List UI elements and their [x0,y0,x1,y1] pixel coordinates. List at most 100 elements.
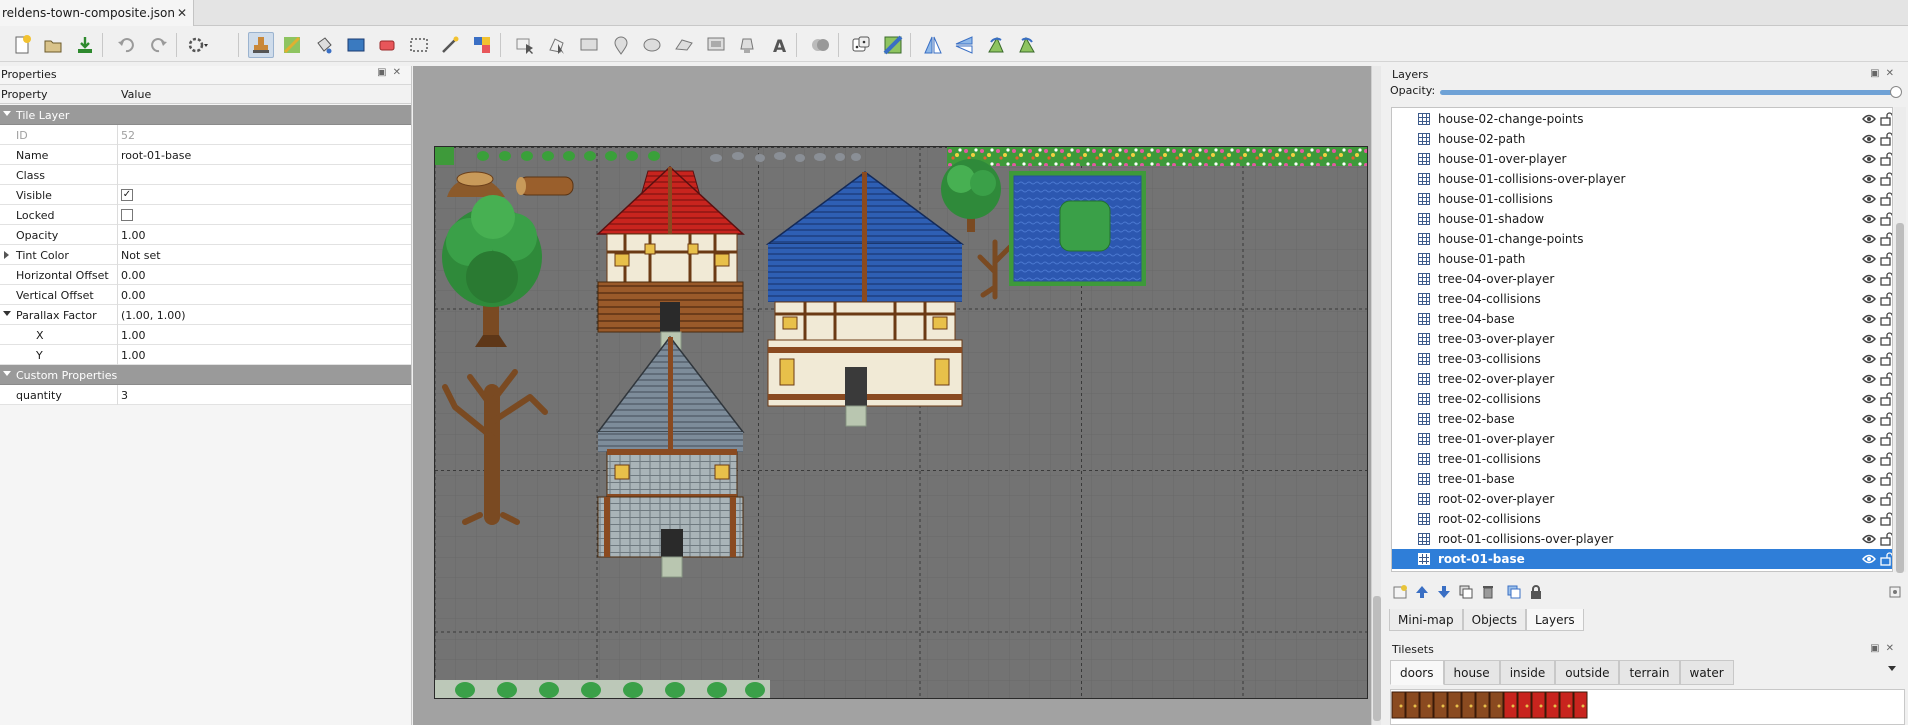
panel-float-close-icon[interactable]: ▣✕ [377,67,407,78]
unlock-icon[interactable] [1880,392,1892,406]
unlock-icon[interactable] [1880,412,1892,426]
property-value[interactable]: (1.00, 1.00) [121,309,186,322]
rectangular-select-icon[interactable] [406,32,432,58]
layer-row[interactable]: tree-02-collisions [1392,389,1892,409]
unlock-icon[interactable] [1880,232,1892,246]
close-icon[interactable]: ✕ [177,6,187,20]
panel-float-close-icon[interactable]: ▣✕ [1870,68,1900,79]
dock-tab-mini-map[interactable]: Mini-map [1389,609,1463,631]
tileset-tab-outside[interactable]: outside [1555,660,1620,685]
property-row-opacity[interactable]: Opacity 1.00 [0,225,411,245]
insert-text-icon[interactable]: A [766,32,792,58]
raise-layer-icon[interactable] [1414,584,1430,600]
property-row-id[interactable]: ID 52 [0,125,411,145]
door-tile[interactable] [1573,691,1588,719]
flip-horizontal-icon[interactable] [920,32,946,58]
eye-icon[interactable] [1862,114,1876,124]
property-value[interactable]: 0.00 [121,289,146,302]
insert-rectangle-icon[interactable] [576,32,602,58]
show-hide-other-layers-icon[interactable] [1506,584,1522,600]
door-tile[interactable] [1433,691,1448,719]
layer-row[interactable]: house-02-path [1392,129,1892,149]
eraser-icon[interactable] [374,32,400,58]
layer-row[interactable]: house-01-shadow [1392,209,1892,229]
layer-row[interactable]: house-01-path [1392,249,1892,269]
unlock-icon[interactable] [1880,432,1892,446]
door-tile[interactable] [1545,691,1560,719]
eye-icon[interactable] [1862,534,1876,544]
layer-row[interactable]: house-01-over-player [1392,149,1892,169]
redo-icon[interactable] [146,32,172,58]
terrain-brush-icon[interactable] [279,32,305,58]
door-tile[interactable] [1447,691,1462,719]
delete-layer-icon[interactable] [1480,584,1496,600]
property-checkbox[interactable] [121,209,133,221]
eye-icon[interactable] [1862,374,1876,384]
layer-row[interactable]: root-01-collisions-over-player [1392,529,1892,549]
property-checkbox[interactable]: ✓ [121,189,133,201]
layer-row[interactable]: tree-04-collisions [1392,289,1892,309]
unlock-icon[interactable] [1880,192,1892,206]
layer-row[interactable]: tree-02-base [1392,409,1892,429]
select-objects-icon[interactable] [512,32,538,58]
flip-vertical-icon[interactable] [951,32,977,58]
layer-row[interactable]: root-02-over-player [1392,489,1892,509]
door-tile[interactable] [1531,691,1546,719]
property-value[interactable]: 52 [121,129,135,142]
lock-other-layers-icon[interactable] [1528,584,1544,600]
eye-icon[interactable] [1862,494,1876,504]
eye-icon[interactable] [1862,234,1876,244]
lower-layer-icon[interactable] [1436,584,1452,600]
expand-arrow-icon[interactable] [3,311,11,316]
undo-icon[interactable] [113,32,139,58]
layer-row[interactable]: tree-04-base [1392,309,1892,329]
rotate-right-icon[interactable] [1014,32,1040,58]
layer-row[interactable]: tree-01-base [1392,469,1892,489]
expand-arrow-icon[interactable] [3,371,11,376]
document-tab[interactable]: reldens-town-composite.json ✕ [0,0,194,26]
new-layer-icon[interactable] [1392,584,1408,600]
opacity-slider-handle[interactable] [1890,86,1902,98]
door-tile[interactable] [1489,691,1504,719]
property-value[interactable]: root-01-base [121,149,191,162]
door-tile[interactable] [1391,691,1406,719]
random-mode-icon[interactable] [848,32,874,58]
unlock-icon[interactable] [1880,292,1892,306]
layer-row[interactable]: house-01-collisions [1392,189,1892,209]
eye-icon[interactable] [1862,194,1876,204]
unlock-icon[interactable] [1880,332,1892,346]
property-value[interactable]: 1.00 [121,229,146,242]
unlock-icon[interactable] [1880,252,1892,266]
property-row-name[interactable]: Name root-01-base [0,145,411,165]
magic-wand-icon[interactable] [437,32,463,58]
eye-icon[interactable] [1862,214,1876,224]
eye-icon[interactable] [1862,434,1876,444]
eye-icon[interactable] [1862,254,1876,264]
unlock-icon[interactable] [1880,352,1892,366]
unlock-icon[interactable] [1880,452,1892,466]
property-value[interactable]: 1.00 [121,329,146,342]
wang-fill-icon[interactable] [880,32,906,58]
tileset-tab-water[interactable]: water [1679,660,1734,685]
door-tile[interactable] [1517,691,1532,719]
unlock-icon[interactable] [1880,152,1892,166]
eye-icon[interactable] [1862,454,1876,464]
layer-row[interactable]: tree-01-collisions [1392,449,1892,469]
open-file-icon[interactable] [40,32,66,58]
unlock-icon[interactable] [1880,172,1892,186]
insert-point-icon[interactable] [608,32,634,58]
layer-row[interactable]: root-02-collisions [1392,509,1892,529]
expand-arrow-icon[interactable] [3,111,11,116]
layer-list[interactable]: house-02-change-points house-02-path house… [1391,107,1893,572]
layer-row[interactable]: house-02-change-points [1392,109,1892,129]
eye-icon[interactable] [1862,174,1876,184]
world-tool-icon[interactable] [807,32,833,58]
tileset-tab-inside[interactable]: inside [1499,660,1556,685]
property-row-tint-color[interactable]: Tint Color Not set [0,245,411,265]
collapse-arrow-icon[interactable] [4,251,9,259]
eye-icon[interactable] [1862,154,1876,164]
chevron-down-icon[interactable] [1888,666,1896,671]
layer-row[interactable]: house-01-collisions-over-player [1392,169,1892,189]
panel-float-close-icon[interactable]: ▣✕ [1870,643,1900,654]
eye-icon[interactable] [1862,394,1876,404]
